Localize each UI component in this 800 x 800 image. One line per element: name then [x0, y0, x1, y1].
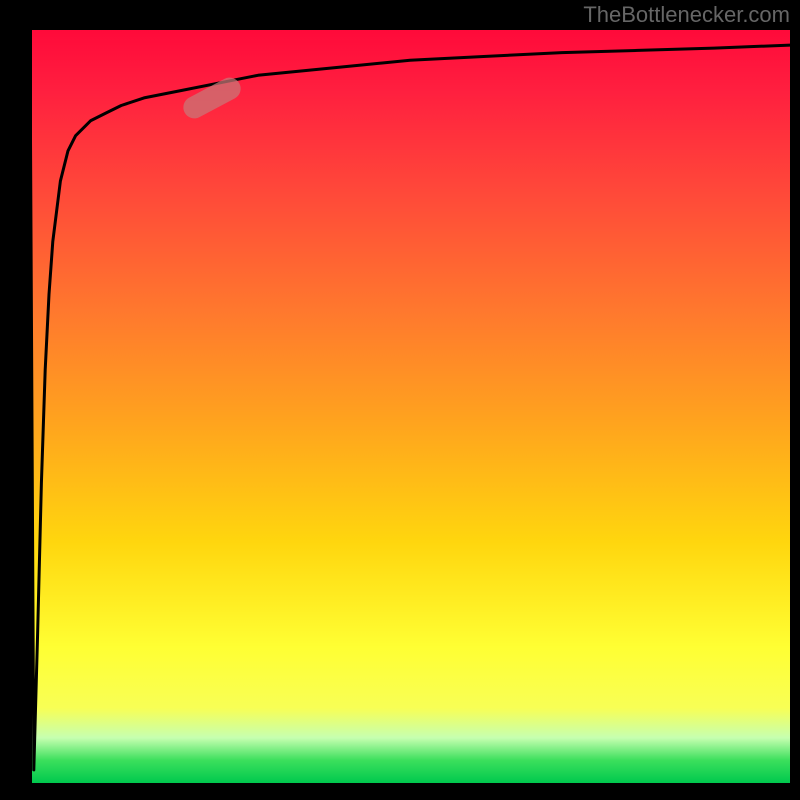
watermark-text: TheBottlenecker.com	[583, 2, 790, 28]
chart-frame	[30, 30, 790, 785]
heatmap-background	[30, 30, 790, 785]
